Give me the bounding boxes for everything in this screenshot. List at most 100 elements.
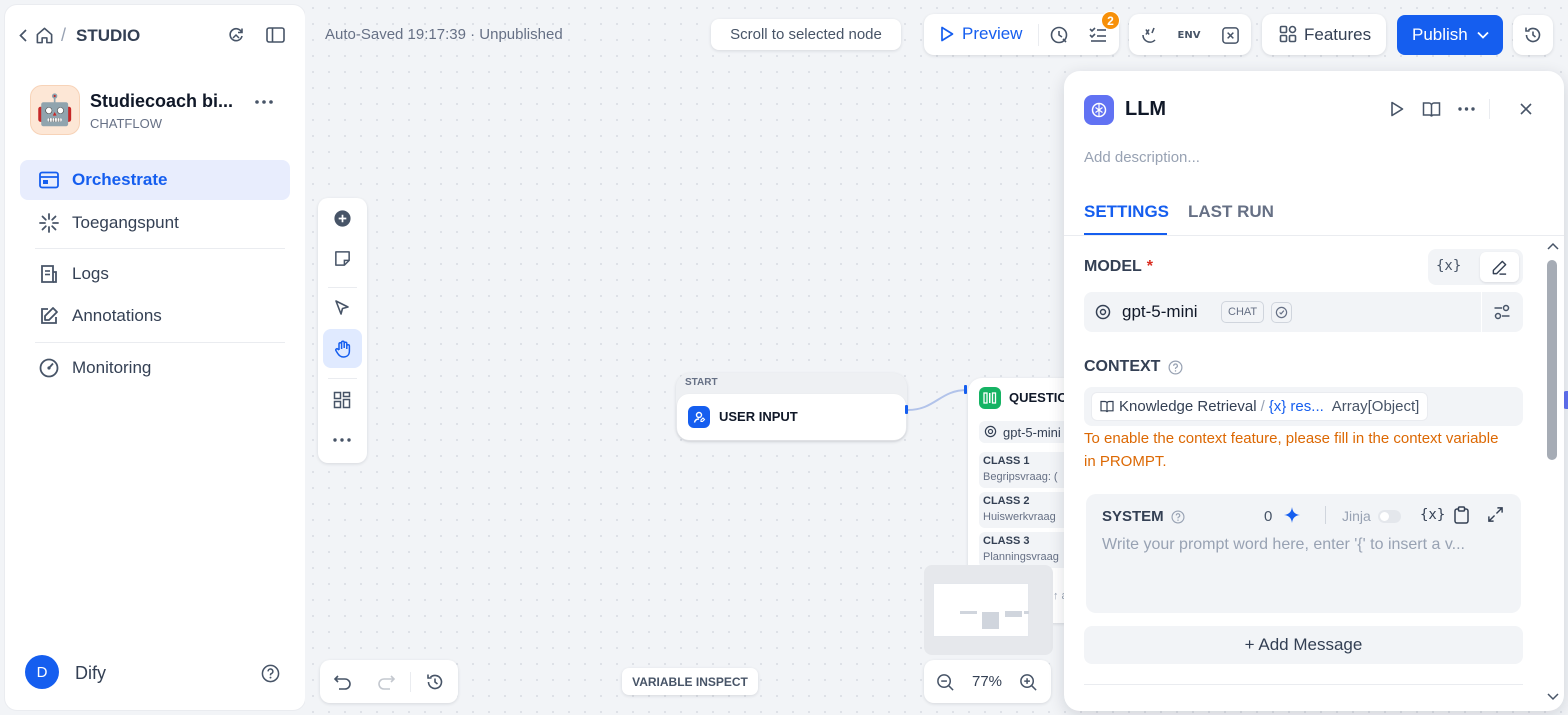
context-type: Array[Object]: [1331, 398, 1420, 415]
organize-blocks-icon[interactable]: [330, 388, 354, 412]
nav-monitoring[interactable]: Monitoring: [20, 348, 290, 388]
context-variable: {x} res...: [1268, 398, 1324, 415]
insert-variable-button[interactable]: {x}: [1420, 507, 1445, 523]
variable-x-icon[interactable]: [1218, 23, 1242, 47]
hand-mode-button[interactable]: [323, 329, 362, 368]
run-step-icon[interactable]: [1385, 97, 1409, 121]
scrollbar-thumb[interactable]: [1547, 260, 1557, 460]
add-node-icon[interactable]: [330, 206, 354, 230]
minimap-node: [960, 611, 977, 614]
nav-label: Logs: [72, 264, 109, 283]
preview-button[interactable]: Preview: [940, 24, 1022, 44]
scroll-down-arrow[interactable]: [1547, 693, 1559, 701]
system-prompt-editor: SYSTEM 0 Jinja {x} Write your prompt wor…: [1086, 494, 1521, 613]
nav-annotations[interactable]: Annotations: [20, 296, 290, 336]
variable-mode-button[interactable]: {x}: [1436, 258, 1461, 274]
user-name[interactable]: Dify: [75, 663, 106, 684]
publish-button[interactable]: Publish: [1397, 15, 1503, 55]
redo-icon[interactable]: [374, 670, 398, 694]
tab-last-run[interactable]: LAST RUN: [1188, 202, 1274, 222]
class-label: CLASS 1: [983, 455, 1030, 467]
model-selector[interactable]: gpt-5-mini CHAT: [1084, 292, 1523, 332]
start-node-body: USER INPUT: [677, 394, 906, 440]
run-history-icon[interactable]: [1047, 23, 1071, 47]
description-input[interactable]: Add description...: [1084, 149, 1200, 166]
variable-inspect-button[interactable]: VARIABLE INSPECT: [622, 668, 758, 695]
class-label: CLASS 2: [983, 495, 1030, 507]
env-variables-icon[interactable]: ENV: [1177, 23, 1201, 47]
expand-icon[interactable]: [1487, 506, 1504, 523]
panel-title[interactable]: LLM: [1125, 98, 1166, 121]
undo-icon[interactable]: [331, 670, 355, 694]
divider: [1489, 99, 1490, 119]
divider: [1038, 24, 1039, 46]
nav-orchestrate[interactable]: Orchestrate: [20, 160, 290, 200]
system-prompt-input[interactable]: Write your prompt word here, enter '{' t…: [1102, 536, 1507, 554]
ai-generate-icon[interactable]: [1283, 506, 1301, 524]
model-mode-badge: CHAT: [1221, 301, 1265, 323]
breadcrumb-studio[interactable]: STUDIO: [76, 26, 140, 46]
edit-mode-button[interactable]: [1480, 252, 1519, 282]
llm-settings-panel: LLM Add description... SETTINGS LAST RUN…: [1064, 71, 1564, 711]
node-handle[interactable]: [905, 405, 908, 414]
class-item: CLASS 1 Begripsvraag: (: [979, 452, 1074, 488]
context-variable-selector[interactable]: Knowledge Retrieval / {x} res... Array[O…: [1084, 387, 1523, 426]
zoom-out-icon[interactable]: [933, 670, 957, 694]
system-help-icon[interactable]: [1171, 509, 1185, 524]
copy-icon[interactable]: [1453, 506, 1470, 524]
home-icon[interactable]: [33, 24, 55, 46]
add-note-icon[interactable]: [330, 246, 354, 270]
class-label: CLASS 3: [983, 535, 1030, 547]
change-history-icon[interactable]: [423, 670, 447, 694]
divider: [1084, 684, 1523, 685]
hand-icon: [333, 339, 353, 359]
required-mark: *: [1146, 258, 1154, 275]
zoom-level[interactable]: 77%: [962, 673, 1012, 690]
app-more-icon[interactable]: [253, 91, 275, 113]
back-chevron-icon[interactable]: [17, 27, 29, 43]
context-variable-chip[interactable]: Knowledge Retrieval / {x} res... Array[O…: [1091, 392, 1428, 421]
more-icon[interactable]: [330, 428, 354, 452]
scroll-to-node-button[interactable]: Scroll to selected node: [711, 19, 901, 50]
class-item: CLASS 2 Huiswerkvraag: [979, 492, 1074, 528]
sidebar: / STUDIO 🤖 Studiecoach bi... CHATFLOW Or…: [5, 5, 305, 710]
jinja-toggle[interactable]: [1378, 510, 1401, 523]
context-separator: /: [1260, 398, 1265, 415]
close-icon[interactable]: [1514, 97, 1538, 121]
nav-divider: [35, 342, 285, 343]
context-warning: To enable the context feature, please fi…: [1084, 430, 1499, 470]
user-avatar[interactable]: D: [25, 655, 59, 689]
features-button[interactable]: Features: [1262, 14, 1386, 55]
add-message-button[interactable]: + Add Message: [1084, 626, 1523, 664]
model-mode-toggle: {x}: [1428, 249, 1523, 285]
context-section-label: CONTEXT: [1084, 358, 1183, 376]
model-params-icon[interactable]: [1493, 303, 1511, 321]
panel-more-icon[interactable]: [1454, 97, 1478, 121]
classifier-title: QUESTIO: [1009, 390, 1068, 405]
features-label: Features: [1304, 25, 1372, 44]
start-node[interactable]: START USER INPUT: [676, 373, 907, 441]
nav-label: Annotations: [72, 306, 162, 325]
logs-icon: [38, 263, 60, 285]
pencil-icon: [1491, 259, 1508, 276]
context-help-icon[interactable]: [1168, 360, 1183, 375]
divider: [1481, 292, 1482, 332]
divider: [328, 287, 357, 288]
nav-logs[interactable]: Logs: [20, 254, 290, 294]
node-handle[interactable]: [964, 385, 967, 394]
collapse-sidebar-icon[interactable]: [264, 24, 286, 46]
nav-toegangspunt[interactable]: Toegangspunt: [20, 203, 290, 243]
start-node-title: USER INPUT: [719, 409, 798, 424]
tab-settings[interactable]: SETTINGS: [1084, 202, 1169, 222]
pointer-mode-icon[interactable]: [330, 296, 354, 320]
scroll-up-arrow[interactable]: [1547, 242, 1559, 250]
help-icon[interactable]: [259, 662, 281, 684]
switch-app-icon[interactable]: [225, 24, 247, 46]
zoom-in-icon[interactable]: [1016, 670, 1040, 694]
conversation-vars-icon[interactable]: [1138, 23, 1162, 47]
toggle-knob: [1380, 512, 1389, 521]
minimap[interactable]: [924, 565, 1053, 655]
help-doc-icon[interactable]: [1419, 97, 1443, 121]
version-history-button[interactable]: [1513, 15, 1553, 55]
system-label: SYSTEM: [1102, 508, 1164, 525]
